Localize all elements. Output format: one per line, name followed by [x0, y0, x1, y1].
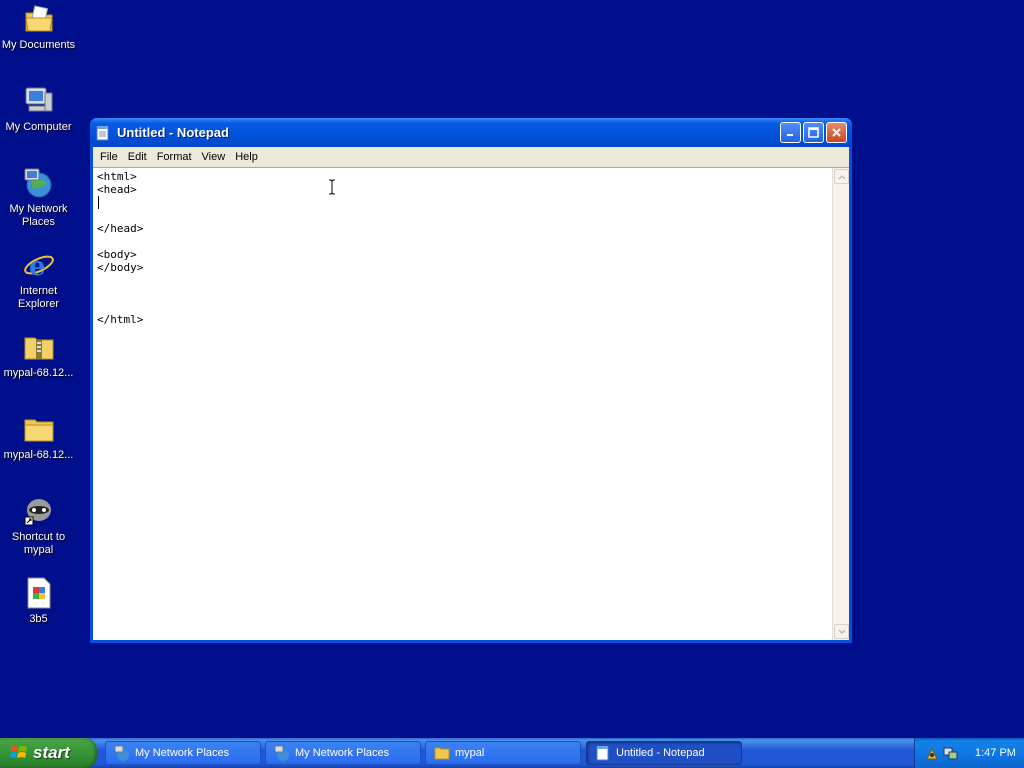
my-documents-icon — [22, 2, 56, 36]
minimize-icon — [787, 134, 793, 136]
window-title-bar[interactable]: Untitled - Notepad — [90, 118, 852, 147]
chevron-down-icon — [837, 628, 846, 634]
desktop-icon-my-computer[interactable]: My Computer — [0, 84, 77, 134]
desktop-icon-my-network-places[interactable]: My Network Places — [0, 166, 77, 229]
close-icon — [832, 128, 841, 137]
text-editor[interactable]: <html> <head> </head> <body> </body> </h… — [93, 168, 832, 640]
text-caret — [98, 196, 99, 209]
svg-text:e: e — [29, 252, 46, 281]
taskbar: start My Network Places My Network Place… — [0, 738, 1024, 768]
desktop-icon-label: mypal-68.12... — [3, 367, 74, 379]
windows-logo-icon — [10, 746, 27, 758]
network-places-icon — [22, 166, 56, 200]
desktop-icon-label: Shortcut to mypal — [11, 531, 66, 556]
network-connection-icon[interactable] — [943, 746, 958, 761]
desktop-icon-3b5[interactable]: 3b5 — [0, 576, 77, 626]
menu-view[interactable]: View — [197, 148, 231, 166]
scroll-up-button[interactable] — [834, 169, 849, 184]
taskbar-button-label: Untitled - Notepad — [616, 747, 705, 759]
image-file-icon — [22, 576, 56, 610]
window-title: Untitled - Notepad — [117, 125, 229, 140]
notepad-window[interactable]: Untitled - Notepad File Edit Format View… — [90, 118, 852, 643]
menu-format[interactable]: Format — [152, 148, 197, 166]
desktop-icon-shortcut-mypal[interactable]: Shortcut to mypal — [0, 494, 77, 557]
taskbar-button-notepad[interactable]: Untitled - Notepad — [586, 741, 742, 765]
taskbar-button-network-places-2[interactable]: My Network Places — [265, 741, 421, 765]
notepad-icon — [596, 746, 609, 761]
menu-bar: File Edit Format View Help — [93, 147, 849, 167]
desktop-icon-label: 3b5 — [29, 613, 48, 625]
maximize-icon — [808, 127, 819, 138]
mypal-shortcut-icon — [22, 494, 56, 528]
ibeam-cursor-icon — [329, 179, 335, 195]
zip-folder-icon — [22, 330, 56, 364]
start-button[interactable]: start — [0, 738, 97, 768]
notepad-icon — [96, 125, 109, 140]
close-button[interactable] — [826, 122, 847, 143]
network-places-icon — [114, 745, 129, 761]
my-computer-icon — [22, 84, 56, 118]
system-tray: 1:47 PM — [914, 738, 1024, 768]
desktop-icon-label: My Documents — [1, 39, 76, 51]
menu-help[interactable]: Help — [230, 148, 263, 166]
taskbar-button-label: mypal — [455, 747, 485, 759]
network-places-icon — [274, 745, 289, 761]
internet-explorer-icon: e — [22, 248, 56, 282]
clock[interactable]: 1:47 PM — [975, 747, 1016, 759]
desktop-icon-my-documents[interactable]: My Documents — [0, 2, 77, 52]
desktop-icon-label: My Network Places — [9, 203, 68, 228]
desktop-icon-label: mypal-68.12... — [3, 449, 74, 461]
folder-icon — [22, 412, 56, 446]
desktop-icon-label: Internet Explorer — [18, 285, 59, 310]
taskbar-button-label: My Network Places — [295, 747, 390, 759]
chevron-up-icon — [837, 174, 846, 180]
scroll-down-button[interactable] — [834, 624, 849, 639]
vertical-scrollbar[interactable] — [832, 168, 849, 640]
desktop-icon-internet-explorer[interactable]: e Internet Explorer — [0, 248, 77, 311]
tray-app-icon[interactable] — [925, 746, 940, 761]
desktop-icon-mypal-zip[interactable]: mypal-68.12... — [0, 330, 77, 380]
folder-icon — [434, 747, 450, 760]
menu-file[interactable]: File — [95, 148, 123, 166]
menu-edit[interactable]: Edit — [123, 148, 152, 166]
maximize-button[interactable] — [803, 122, 824, 143]
desktop-icon-mypal-folder[interactable]: mypal-68.12... — [0, 412, 77, 462]
taskbar-button-mypal[interactable]: mypal — [425, 741, 581, 765]
desktop-icon-label: My Computer — [5, 121, 72, 133]
taskbar-button-label: My Network Places — [135, 747, 230, 759]
editor-area: <html> <head> </head> <body> </body> </h… — [93, 167, 849, 640]
taskbar-button-network-places-1[interactable]: My Network Places — [105, 741, 261, 765]
start-label: start — [33, 743, 70, 762]
minimize-button[interactable] — [780, 122, 801, 143]
